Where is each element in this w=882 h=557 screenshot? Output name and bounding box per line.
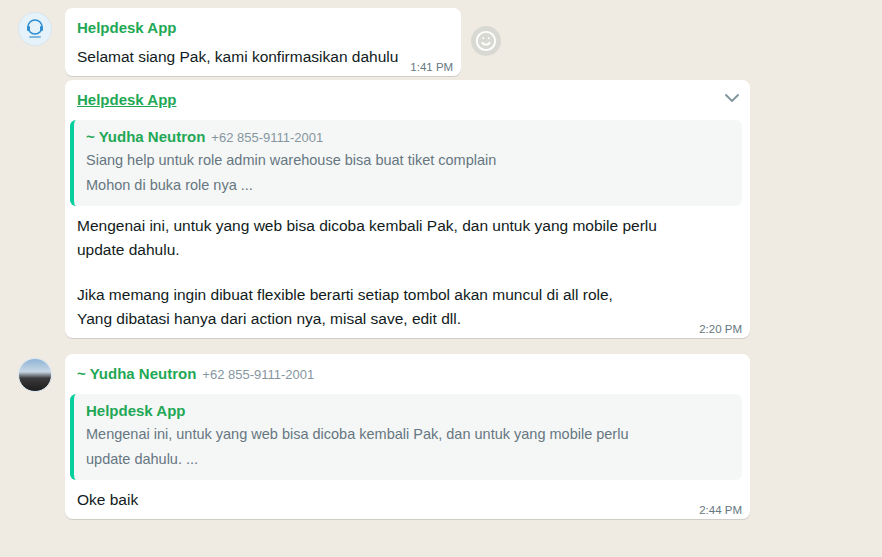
- quoted-message[interactable]: Helpdesk App Mengenai ini, untuk yang web…: [70, 394, 742, 480]
- sender-line: Helpdesk App: [70, 19, 453, 39]
- profile-avatar[interactable]: [18, 12, 52, 46]
- quoted-text: Mengenai ini, untuk yang web bisa dicoba…: [86, 422, 730, 447]
- sender-name[interactable]: ~ Yudha Neutron: [77, 365, 196, 382]
- quoted-sender-line: ~ Yudha Neutron +62 855-9111-2001: [86, 128, 730, 148]
- message-text: Yang dibatasi hanya dari action nya, mis…: [77, 307, 461, 331]
- avatar-slot: [18, 12, 52, 46]
- message-row: Helpdesk App ~ Yudha Neutron +62 855-9111-…: [18, 80, 882, 338]
- message-paragraph: Selamat siang Pak, kami konfirmasikan da…: [77, 45, 453, 69]
- message-body: Selamat siang Pak, kami konfirmasikan da…: [70, 39, 453, 69]
- sender-name[interactable]: Helpdesk App: [77, 19, 176, 36]
- smile-icon[interactable]: [475, 30, 497, 52]
- message-row: Helpdesk App Selamat siang Pak, kami konf…: [18, 8, 882, 76]
- message-paragraph: Oke baik2:44 PM: [77, 488, 742, 512]
- message-text: Oke baik: [77, 488, 138, 512]
- quoted-text: Mohon di buka role nya ...: [86, 173, 730, 198]
- message-bubble[interactable]: Helpdesk App Selamat siang Pak, kami konf…: [65, 8, 461, 76]
- quoted-message[interactable]: ~ Yudha Neutron +62 855-9111-2001 Siang he…: [70, 120, 742, 206]
- message-text: Selamat siang Pak, kami konfirmasikan da…: [77, 45, 398, 69]
- reaction-button[interactable]: [471, 26, 501, 56]
- profile-photo[interactable]: [18, 358, 52, 392]
- message-body: Mengenai ini, untuk yang web bisa dicoba…: [70, 208, 742, 331]
- sender-line: Helpdesk App: [70, 91, 742, 111]
- avatar-slot: [18, 358, 52, 392]
- message-text: update dahulu.: [77, 238, 742, 262]
- chat-panel: Helpdesk App Selamat siang Pak, kami konf…: [0, 0, 882, 557]
- message-last-line: Oke baik2:44 PM: [77, 488, 742, 512]
- sender-line: ~ Yudha Neutron +62 855-9111-2001: [70, 365, 742, 385]
- message-text: Jika memang ingin dibuat flexible berart…: [77, 283, 742, 307]
- helpdesk-logo-icon: [22, 16, 48, 42]
- quoted-sender-line: Helpdesk App: [86, 402, 730, 422]
- message-body: Oke baik2:44 PM: [70, 482, 742, 512]
- message-last-line: Selamat siang Pak, kami konfirmasikan da…: [77, 45, 453, 69]
- message-row: ~ Yudha Neutron +62 855-9111-2001 Helpdesk…: [18, 354, 882, 519]
- chevron-down-icon[interactable]: [720, 86, 744, 110]
- message-time: 2:44 PM: [699, 504, 742, 516]
- message-time: 2:20 PM: [699, 323, 742, 335]
- avatar-slot: [18, 84, 52, 118]
- quoted-phone: +62 855-9111-2001: [211, 130, 323, 145]
- message-time: 1:41 PM: [410, 61, 453, 73]
- message-bubble[interactable]: ~ Yudha Neutron +62 855-9111-2001 Helpdesk…: [65, 354, 750, 519]
- quoted-sender: ~ Yudha Neutron: [86, 128, 205, 145]
- message-last-line: Yang dibatasi hanya dari action nya, mis…: [77, 307, 742, 331]
- quoted-text: Siang help untuk role admin warehouse bi…: [86, 148, 730, 173]
- message-bubble[interactable]: Helpdesk App ~ Yudha Neutron +62 855-9111-…: [65, 80, 750, 338]
- message-menu-button[interactable]: [720, 86, 744, 110]
- message-paragraph: Mengenai ini, untuk yang web bisa dicoba…: [77, 214, 742, 262]
- sender-name[interactable]: Helpdesk App: [77, 91, 176, 108]
- quoted-text: update dahulu. ...: [86, 447, 730, 472]
- sender-phone: +62 855-9111-2001: [202, 367, 314, 382]
- message-paragraph: Jika memang ingin dibuat flexible berart…: [77, 283, 742, 331]
- quoted-sender: Helpdesk App: [86, 402, 185, 419]
- message-text: Mengenai ini, untuk yang web bisa dicoba…: [77, 214, 742, 238]
